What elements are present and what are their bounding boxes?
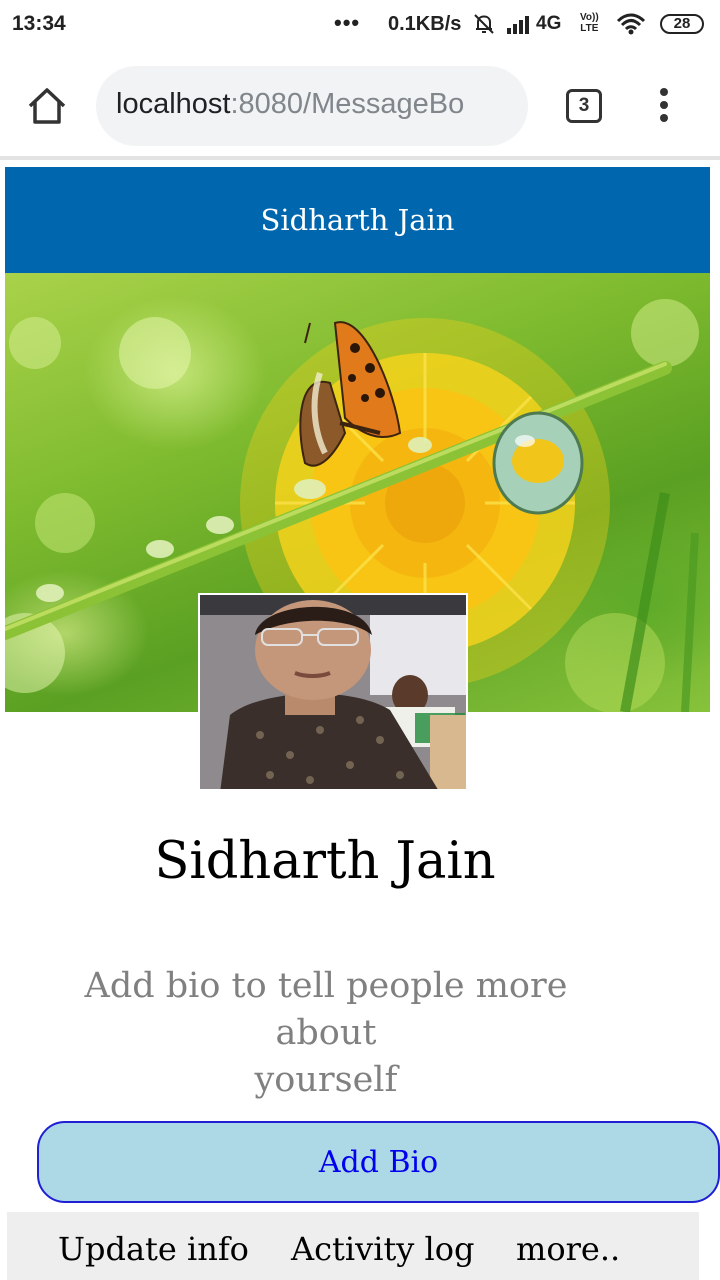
profile-avatar[interactable] — [198, 593, 468, 791]
home-icon[interactable] — [26, 86, 68, 126]
page-header: Sidharth Jain — [5, 167, 710, 273]
overflow-menu-icon[interactable] — [650, 88, 678, 126]
wifi-icon — [616, 13, 646, 35]
bio-prompt: Add bio to tell people more about yourse… — [40, 963, 612, 1104]
profile-name: Sidharth Jain — [154, 832, 496, 891]
url-fade — [470, 76, 510, 136]
volte-bottom-label: LTE — [580, 23, 599, 34]
status-time: 13:34 — [12, 12, 66, 35]
status-volte: Vo)) LTE — [580, 12, 599, 34]
status-bar: 13:34 ••• 0.1KB/s 4G Vo)) LTE 28 — [0, 0, 720, 52]
nav-more[interactable]: more.. — [516, 1230, 620, 1268]
bio-prompt-line-2: yourself — [254, 1060, 398, 1100]
url-host: localhost — [116, 88, 231, 120]
bio-prompt-line-1: Add bio to tell people more about — [84, 966, 568, 1053]
address-bar[interactable]: localhost:8080/MessageBo — [96, 66, 528, 146]
nav-update-info[interactable]: Update info — [58, 1230, 249, 1268]
battery-icon: 28 — [660, 14, 704, 34]
browser-toolbar: localhost:8080/MessageBo 3 — [0, 52, 720, 160]
status-more-dots: ••• — [334, 10, 361, 35]
url-text[interactable]: localhost:8080/MessageBo — [116, 88, 464, 121]
signal-icon — [507, 16, 529, 34]
bottom-nav: Update info Activity log more.. — [7, 1212, 699, 1280]
nav-activity-log[interactable]: Activity log — [291, 1230, 475, 1268]
bell-muted-icon — [474, 14, 494, 34]
add-bio-button[interactable]: Add Bio — [37, 1121, 720, 1203]
status-net-speed: 0.1KB/s — [388, 13, 462, 35]
volte-top-label: Vo)) — [580, 12, 599, 23]
status-network-type: 4G — [536, 13, 562, 34]
tab-switcher-icon[interactable]: 3 — [566, 89, 602, 123]
url-path: :8080/MessageBo — [230, 88, 465, 120]
header-title: Sidharth Jain — [260, 203, 455, 237]
